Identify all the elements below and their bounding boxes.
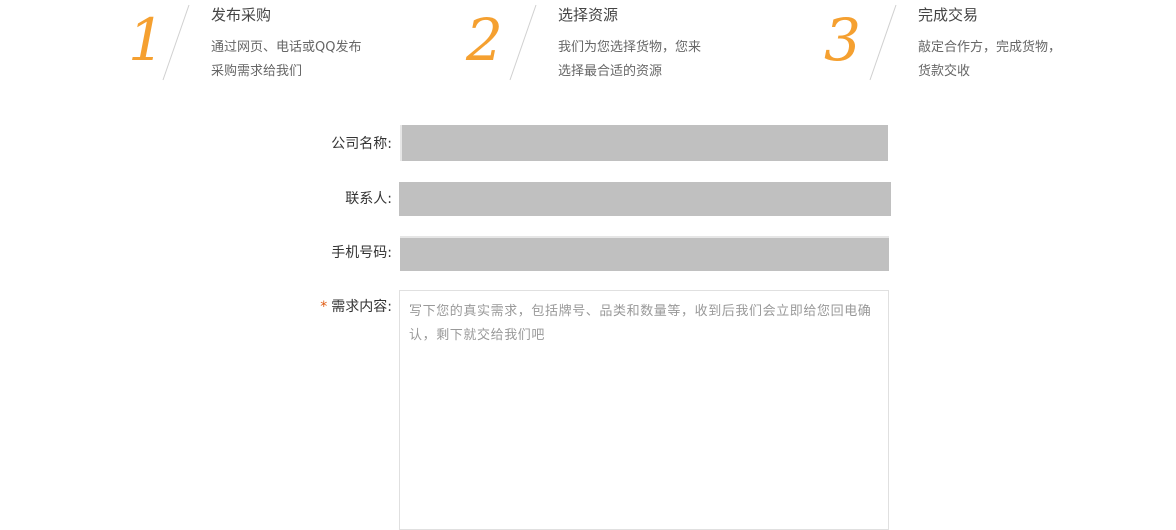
contact-person-label: 联系人: [345, 191, 392, 207]
company-name-label: 公司名称: [331, 136, 392, 152]
step-3-description: 敲定合作方，完成货物， 货款交收 [918, 36, 1061, 84]
contact-person-input[interactable] [399, 182, 891, 216]
phone-number-input[interactable] [400, 236, 889, 271]
step-3: 3 完成交易 敲定合作方，完成货物， 货款交收 [0, 0, 1176, 90]
company-name-input[interactable] [400, 125, 888, 161]
step-3-desc-line1: 敲定合作方，完成货物， [918, 40, 1062, 55]
phone-number-label: 手机号码: [331, 245, 392, 261]
demand-content-label-text: 需求内容: [331, 299, 392, 315]
step-3-number: 3 [824, 6, 861, 74]
demand-content-label: * 需求内容: [250, 297, 392, 317]
step-3-desc-line2: 货款交收 [918, 64, 971, 79]
step-3-divider [869, 4, 897, 81]
process-steps: 1 发布采购 通过网页、电话或QQ发布 采购需求给我们 2 选择资源 我们为您选… [0, 0, 1176, 90]
step-3-title: 完成交易 [918, 6, 979, 24]
demand-content-textarea[interactable] [399, 290, 889, 530]
required-mark: * [320, 299, 328, 315]
